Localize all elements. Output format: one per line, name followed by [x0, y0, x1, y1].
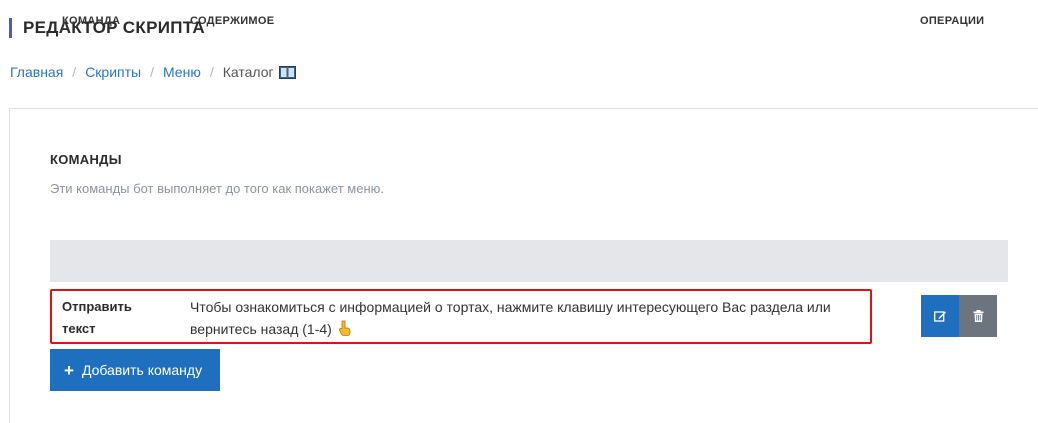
column-header-content: СОДЕРЖИМОЕ — [190, 15, 275, 27]
content-text: Чтобы ознакомиться с информацией о торта… — [190, 299, 831, 337]
command-cell: Отправить текст — [62, 299, 132, 336]
edit-icon — [933, 311, 946, 322]
plus-icon: + — [64, 360, 74, 380]
pointing-hand-icon — [338, 320, 352, 342]
breadcrumb-home-link[interactable]: Главная — [10, 64, 63, 80]
add-command-label: Добавить команду — [81, 362, 203, 378]
breadcrumb-separator: / — [72, 64, 77, 80]
edit-button[interactable] — [921, 295, 959, 337]
section-title: КОМАНДЫ — [50, 152, 122, 167]
column-header-operations: ОПЕРАЦИИ — [920, 15, 985, 27]
breadcrumb: Главная / Скрипты / Меню / Каталог — [10, 64, 296, 80]
book-icon — [278, 66, 296, 79]
trash-icon — [973, 310, 983, 322]
column-header-command: КОМАНДА — [62, 15, 121, 27]
add-command-button[interactable]: + Добавить команду — [50, 349, 220, 391]
table-header — [50, 240, 1008, 282]
section-description: Эти команды бот выполняет до того как по… — [50, 181, 384, 196]
breadcrumb-scripts-link[interactable]: Скрипты — [85, 64, 141, 80]
title-accent-bar — [9, 18, 12, 38]
breadcrumb-menu-link[interactable]: Меню — [163, 64, 201, 80]
breadcrumb-separator: / — [150, 64, 154, 80]
content-cell: Чтобы ознакомиться с информацией о торта… — [190, 296, 860, 342]
breadcrumb-current: Каталог — [222, 64, 274, 80]
delete-button[interactable] — [959, 295, 997, 337]
breadcrumb-separator: / — [209, 64, 214, 80]
